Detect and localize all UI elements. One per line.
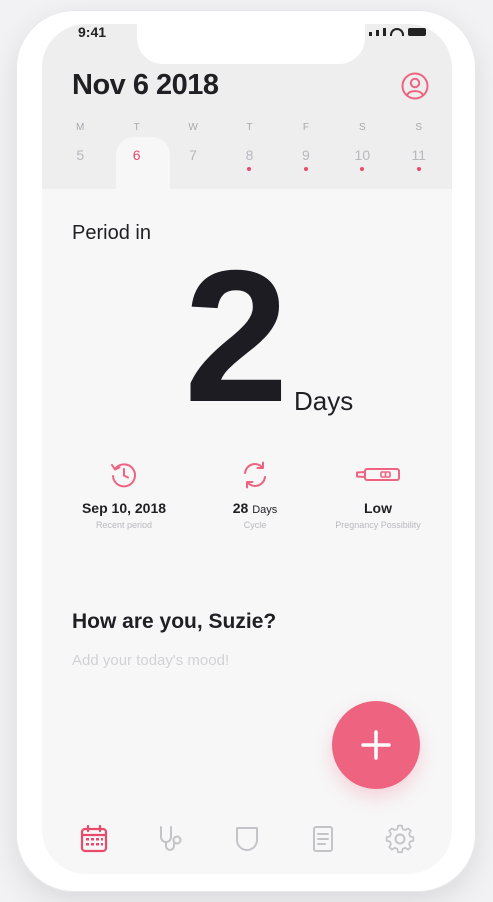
weekday-label: F: [302, 122, 309, 133]
battery-icon: [408, 28, 426, 36]
day-cell[interactable]: W7: [165, 116, 221, 192]
day-number: 8: [245, 147, 254, 163]
weekday-label: M: [76, 122, 85, 133]
nav-notes[interactable]: [308, 824, 338, 854]
nav-settings[interactable]: [385, 824, 415, 854]
bottom-nav: [42, 819, 452, 859]
date-title: Nov 6 2018: [72, 69, 219, 101]
day-cell[interactable]: M5: [52, 116, 108, 192]
day-cell[interactable]: S 10: [334, 116, 390, 192]
refresh-cycle-icon: [244, 461, 266, 489]
signal-bar-icon: [376, 30, 379, 36]
stat-value: Low: [364, 500, 392, 516]
stat-label: Recent period: [95, 520, 153, 530]
cycle-stats: Sep 10, 2018 Recent period 28 Days Cycle: [42, 460, 452, 530]
add-button[interactable]: [332, 701, 420, 789]
days-unit: Days: [294, 386, 354, 416]
device-notch: [137, 24, 365, 64]
user-circle-icon[interactable]: [401, 72, 429, 100]
nav-calendar[interactable]: [79, 824, 109, 854]
day-number: 7: [189, 147, 197, 163]
nav-products[interactable]: [232, 824, 262, 854]
weekday-label: S: [358, 122, 366, 133]
wifi-icon: [390, 28, 404, 36]
pad-icon: [235, 827, 258, 851]
day-cell[interactable]: T6: [108, 116, 164, 192]
stat-cycle: 28 Days Cycle: [206, 460, 304, 530]
day-cell[interactable]: S 11: [391, 116, 447, 192]
stat-label: Cycle: [243, 520, 267, 530]
history-clock-icon: [111, 463, 136, 488]
gear-icon: [385, 824, 414, 854]
mood-input[interactable]: [72, 652, 412, 669]
calendar-icon: [81, 824, 108, 853]
stat-label: Pregnancy Possibility: [335, 520, 421, 530]
predicted-period-dot: [416, 167, 421, 171]
day-number: 11: [411, 147, 427, 163]
signal-bar-icon: [369, 32, 372, 36]
predicted-period-dot: [303, 167, 308, 171]
days-until-period: 2: [184, 231, 289, 441]
stat-number: 28: [232, 500, 249, 516]
day-number: 9: [302, 147, 310, 163]
greeting-heading: How are you, Suzie?: [72, 610, 277, 633]
weekday-label: W: [188, 122, 198, 133]
stat-value: 28 Days: [206, 500, 304, 516]
stat-recent-period: Sep 10, 2018 Recent period: [42, 460, 206, 530]
week-strip: M 5 T 6 W 7 T 8 F 9 S 10 S 11: [52, 116, 447, 192]
weekday-label: T: [133, 122, 140, 133]
status-time: 9:41: [78, 24, 107, 40]
nav-health[interactable]: [156, 824, 186, 854]
day-number: 6: [132, 147, 141, 163]
status-icons: [369, 28, 426, 36]
day-number: 10: [354, 147, 371, 163]
signal-bar-icon: [383, 28, 386, 36]
period-label: Period in: [72, 222, 151, 244]
stat-value: Sep 10, 2018: [81, 500, 167, 516]
stat-unit: Days: [252, 504, 278, 516]
day-number: 5: [76, 147, 85, 163]
phone-frame: 9:41 Nov 6 2018 M 5 T 6 W 7 T 8 F 9 S 10 S 11 Period …: [16, 10, 476, 892]
pregnancy-test-icon: [356, 468, 400, 481]
stat-pregnancy-possibility: Low Pregnancy Possibility: [304, 460, 452, 530]
notes-icon: [313, 826, 334, 852]
calendar-header: 9:41 Nov 6 2018 M 5 T 6 W 7 T 8 F 9 S 10 S 11: [42, 24, 452, 193]
day-cell[interactable]: F9: [278, 116, 334, 192]
predicted-period-dot: [360, 167, 365, 171]
weekday-label: S: [415, 122, 423, 133]
app-screen: 9:41 Nov 6 2018 M 5 T 6 W 7 T 8 F 9 S 10 S 11 Period …: [42, 24, 452, 874]
predicted-period-dot: [247, 167, 252, 171]
stethoscope-icon: [159, 826, 182, 851]
day-cell[interactable]: T8: [221, 116, 277, 192]
weekday-label: T: [246, 122, 253, 133]
plus-icon: [361, 730, 391, 760]
